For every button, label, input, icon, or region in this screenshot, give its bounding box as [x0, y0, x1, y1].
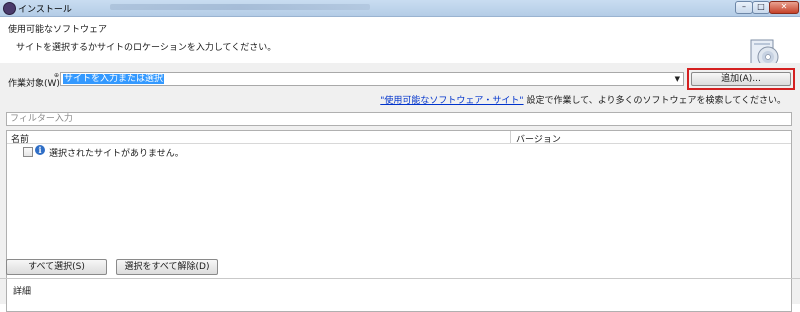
add-button[interactable]: 追加(A)...: [691, 72, 791, 86]
content-assist-marker: ⊕: [54, 72, 60, 79]
table-header: 名前 バージョン: [7, 131, 791, 145]
filter-input[interactable]: フィルター入力: [6, 112, 792, 126]
eclipse-app-icon: [3, 2, 16, 15]
table-row[interactable]: i 選択されたサイトがありません。: [7, 145, 791, 159]
minimize-button[interactable]: –: [735, 1, 753, 14]
info-icon: i: [35, 145, 45, 155]
column-divider[interactable]: [510, 131, 511, 143]
chevron-down-icon[interactable]: ▼: [675, 75, 680, 83]
site-combo-box[interactable]: サイトを入力または選択 ▼: [60, 72, 684, 86]
close-button[interactable]: ✕: [769, 1, 799, 14]
available-sites-link[interactable]: "使用可能なソフトウェア・サイト": [380, 96, 523, 106]
title-bar: インストール – □ ✕: [0, 0, 800, 17]
column-version[interactable]: バージョン: [516, 132, 561, 145]
maximize-button[interactable]: □: [752, 1, 770, 14]
site-combo-value[interactable]: サイトを入力または選択: [63, 74, 165, 84]
select-all-button[interactable]: すべて選択(S): [6, 259, 107, 275]
row-name: 選択されたサイトがありません。: [49, 149, 184, 159]
wizard-body: 作業対象(W): ⊕ サイトを入力または選択 ▼ 追加(A)... "使用可能な…: [0, 63, 800, 312]
divider: [0, 278, 800, 279]
row-checkbox[interactable]: [23, 147, 33, 157]
window-title: インストール: [18, 5, 72, 15]
preferences-hint: "使用可能なソフトウェア・サイト" 設定で作業して、より多くのソフトウェアを検索…: [380, 93, 786, 106]
hint-text: 設定で作業して、より多くのソフトウェアを検索してください。: [526, 96, 786, 106]
page-description: サイトを選択するかサイトのロケーションを入力してください。: [16, 43, 277, 53]
deselect-all-button[interactable]: 選択をすべて解除(D): [116, 259, 218, 275]
blurred-title-area: [110, 4, 370, 10]
column-name[interactable]: 名前: [11, 132, 29, 145]
page-title: 使用可能なソフトウェア: [8, 25, 108, 35]
highlight-frame: 追加(A)...: [687, 68, 795, 90]
details-label: 詳細: [13, 287, 32, 297]
wizard-header: 使用可能なソフトウェア サイトを選択するかサイトのロケーションを入力してください…: [0, 17, 800, 68]
software-table: 名前 バージョン i 選択されたサイトがありません。: [6, 130, 792, 312]
